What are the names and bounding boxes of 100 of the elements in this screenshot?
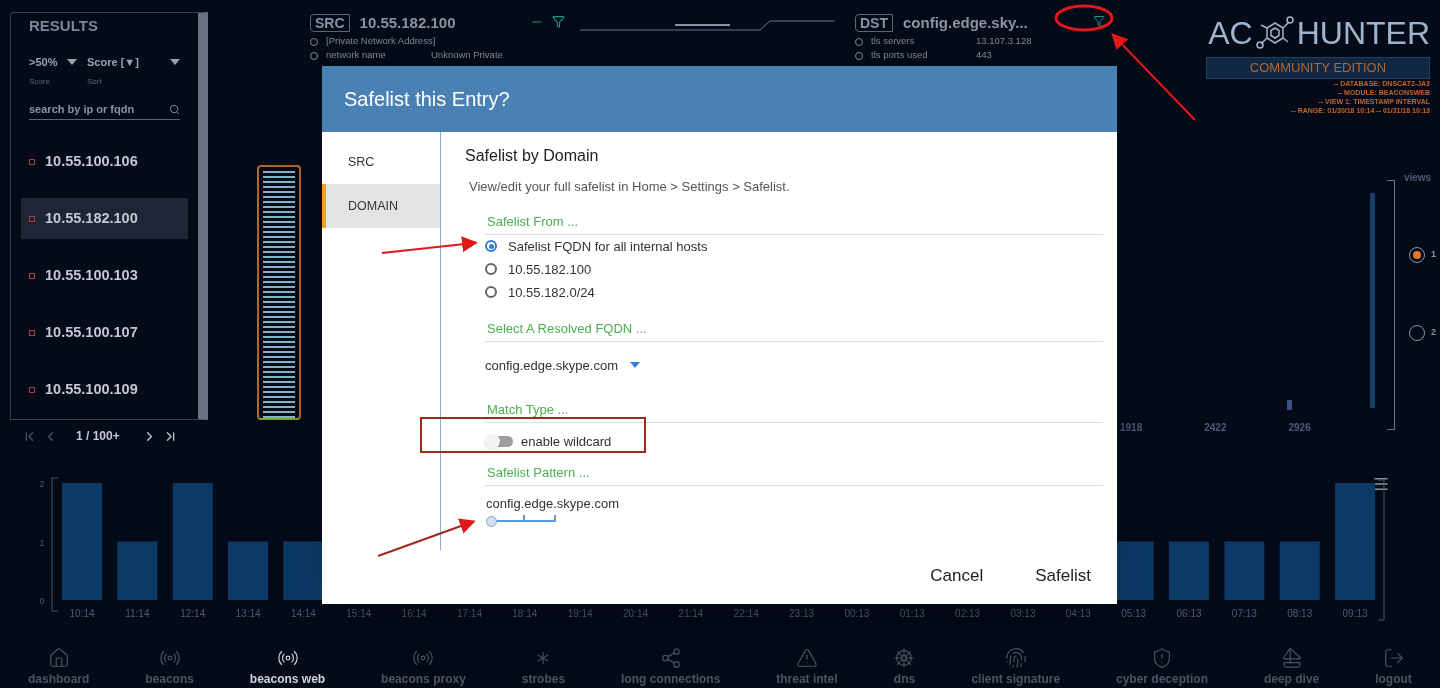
info-value: 13.107.3.128 [976, 34, 1032, 49]
mini-bar [1287, 400, 1292, 410]
filter-dropdown[interactable]: >50% [29, 53, 77, 70]
bar [228, 541, 269, 600]
help-text: View/edit your full safelist in Home > Settings > Safelist. [468, 178, 791, 196]
x-tick-label: 00:13 [844, 608, 870, 619]
dialog-tab[interactable]: SRC [322, 140, 440, 184]
axis-label: 1918 [1120, 421, 1143, 435]
section-label: Match Type ... [487, 402, 569, 417]
y-tick-label: 1 [39, 537, 45, 548]
slider-track[interactable] [486, 515, 556, 527]
panel-title: RESULTS [29, 16, 99, 36]
wildcard-toggle[interactable]: enable wildcard [485, 432, 612, 452]
x-tick-label: 13:14 [235, 608, 261, 619]
dialog-button[interactable]: Cancel [914, 558, 1000, 594]
radio-button[interactable] [485, 240, 497, 252]
caret-icon [629, 362, 640, 369]
search-icon [169, 104, 180, 115]
brand-text: HUNTER [1296, 15, 1430, 51]
edition-badge: COMMUNITY EDITION [1206, 57, 1430, 79]
shield-icon [1151, 647, 1173, 669]
bar [283, 541, 324, 600]
bullet-icon [29, 386, 35, 393]
x-tick-label: 21:14 [678, 608, 704, 619]
search-field[interactable]: search by ip or fqdn [29, 100, 180, 120]
view-number: 1 [1431, 248, 1436, 262]
x-tick-label: 22:14 [733, 608, 759, 619]
filter-label: Sort [87, 76, 103, 88]
views-title: views [1403, 171, 1432, 185]
x-tick-label: 12:14 [180, 608, 206, 619]
x-tick-label: 14:14 [290, 608, 316, 619]
toggle-switch[interactable] [485, 436, 513, 448]
x-tick-label: 02:13 [955, 608, 981, 619]
slider-thumb[interactable] [486, 516, 497, 527]
nodes-icon [659, 647, 682, 669]
dialog-title: Safelist this Entry? [344, 87, 510, 112]
view-number: 2 [1431, 326, 1436, 340]
filter-icon[interactable] [1093, 15, 1105, 27]
x-tick-label: 06:13 [1176, 608, 1202, 619]
x-tick-label: 01:13 [899, 608, 925, 619]
section-label: Safelist From ... [487, 213, 579, 229]
brand-text: AC [1208, 15, 1253, 51]
info-label: tls ports used [871, 48, 929, 63]
radio-button[interactable] [485, 263, 497, 275]
x-tick-label: 11:14 [125, 608, 150, 619]
radio-option[interactable]: 10.55.182.0/24 [485, 282, 1103, 302]
radio-option[interactable]: 10.55.182.100 [485, 259, 1103, 279]
x-tick-label: 20:14 [623, 608, 648, 619]
x-tick-label: 16:14 [401, 608, 427, 619]
x-tick-label: 23:13 [789, 608, 815, 619]
bullet-icon [29, 158, 35, 165]
host-tag: SRC [310, 14, 350, 33]
filter-label: Score [29, 76, 51, 88]
axis-label: 2926 [1288, 421, 1311, 435]
bar [1169, 541, 1209, 600]
x-tick-label: 04:13 [1065, 608, 1091, 619]
wheel-icon [893, 647, 916, 669]
fqdn-dropdown[interactable]: config.edge.skype.com [485, 355, 640, 375]
x-tick-label: 05:13 [1121, 608, 1147, 619]
x-tick-label: 18:14 [512, 608, 538, 619]
x-tick-label: 15:14 [346, 608, 372, 619]
menu-icon[interactable] [1372, 475, 1390, 493]
host-title: config.edge.sky... [903, 13, 1028, 33]
bar [1224, 541, 1265, 600]
x-tick-label: 10:14 [69, 608, 95, 619]
nav-item[interactable]: beacons web [249, 647, 326, 688]
radio-button[interactable] [485, 286, 497, 298]
dialog-heading: Safelist by Domain [465, 146, 600, 166]
info-label: tls servers [871, 34, 916, 49]
caret-icon [67, 58, 77, 65]
result-item[interactable]: 10.55.100.103 [21, 255, 188, 296]
dialog-tab[interactable]: DOMAIN [322, 184, 440, 228]
x-tick-label: 09:13 [1342, 608, 1368, 619]
bullet-icon [29, 329, 35, 336]
dialog-button[interactable]: Safelist [1019, 558, 1107, 594]
result-item[interactable]: 10.55.100.109 [21, 369, 188, 410]
result-item[interactable]: 10.55.100.106 [21, 141, 188, 182]
annotation-ellipse [1054, 4, 1114, 32]
bullet-icon [29, 215, 35, 222]
filter-icon[interactable] [552, 15, 565, 28]
hexagon-logo-icon [1254, 15, 1295, 51]
host-tag: DST [855, 14, 893, 33]
bullet-icon [29, 272, 35, 279]
host-title: 10.55.182.100 [359, 13, 456, 33]
info-label: network name [326, 48, 387, 63]
fingerprint-icon [1004, 647, 1027, 669]
result-item[interactable]: 10.55.182.100 [21, 198, 188, 239]
x-tick-label: 19:14 [567, 608, 593, 619]
result-item[interactable]: 10.55.100.107 [21, 312, 188, 353]
home-icon [47, 647, 70, 669]
radio-option[interactable]: Safelist FQDN for all internal hosts [485, 236, 1103, 256]
section-label: Safelist Pattern ... [487, 464, 590, 480]
y-tick-label: 0 [39, 596, 45, 606]
y-tick-label: 2 [39, 479, 45, 489]
bar [1279, 541, 1320, 600]
x-tick-label: 08:13 [1287, 608, 1313, 619]
info-value: Unknown Private [431, 48, 503, 63]
filter-dropdown[interactable]: Score [▼] [87, 53, 180, 70]
page-indicator: 1 / 100+ [76, 428, 120, 445]
pattern-value: config.edge.skype.com [485, 494, 620, 513]
